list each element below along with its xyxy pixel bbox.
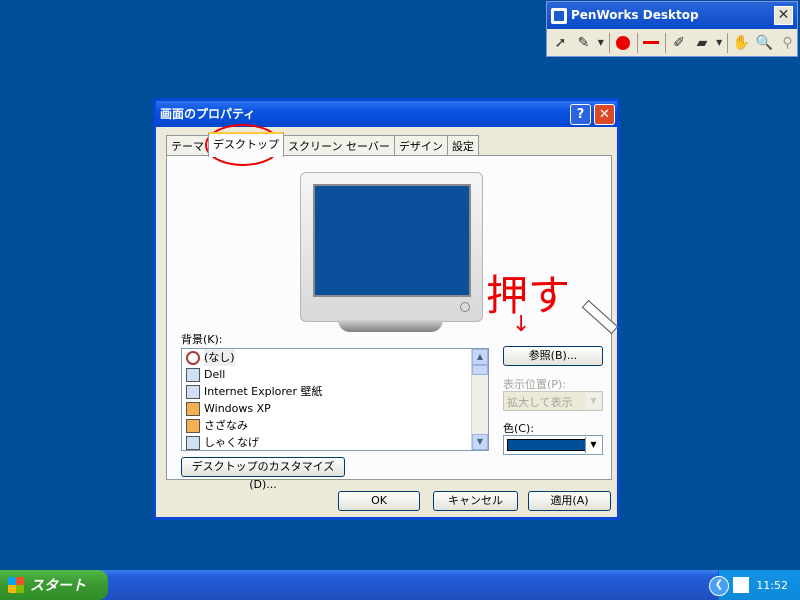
list-item[interactable]: Windows XP [182, 400, 488, 417]
highlighter-icon[interactable]: ✎ [574, 33, 593, 53]
windows-logo-icon [8, 577, 24, 593]
chevron-left-icon[interactable]: ❮ [709, 576, 729, 596]
chevron-down-icon[interactable]: ▼ [586, 393, 601, 409]
tab-strip: テーマ デスクトップ スクリーン セーバー デザイン 設定 [166, 132, 479, 157]
start-button[interactable]: スタート [0, 570, 108, 600]
taskbar: スタート ❮ 11:52 [0, 570, 800, 600]
tab-settings[interactable]: 設定 [446, 135, 479, 156]
tab-themes[interactable]: テーマ [166, 135, 209, 156]
none-icon [186, 350, 200, 365]
image-file-icon [186, 418, 200, 433]
clock: 11:52 [756, 578, 788, 592]
scroll-down-icon[interactable]: ▼ [472, 434, 488, 450]
preview-screen [313, 184, 471, 297]
customize-desktop-button[interactable]: デスクトップのカスタマイズ(D)... [181, 457, 345, 491]
ok-button[interactable]: OK [338, 491, 420, 511]
position-label: 表示位置(P): [503, 378, 566, 391]
start-label: スタート [30, 578, 86, 594]
dialog-titlebar[interactable]: 画面のプロパティ ? ✕ [156, 101, 617, 127]
color-label: 色(C): [503, 422, 534, 435]
penworks-titlebar[interactable]: PenWorks Desktop ✕ [547, 2, 797, 29]
annotation-arrow: ↓ [512, 312, 531, 337]
red-line-icon[interactable] [642, 33, 661, 53]
penworks-logo-icon [551, 7, 567, 24]
help-button[interactable]: ? [570, 104, 591, 125]
eraser-icon[interactable]: ▰ [692, 33, 711, 53]
pointer-icon[interactable]: ➚ [551, 33, 570, 53]
tab-desktop[interactable]: デスクトップ [208, 132, 284, 157]
background-list[interactable]: (なし) Dell Internet Explorer 壁紙 Windows X… [181, 348, 489, 451]
background-label: 背景(K): [181, 333, 223, 346]
scroll-thumb[interactable] [472, 365, 488, 375]
scroll-up-icon[interactable]: ▲ [472, 349, 488, 365]
list-item[interactable]: しゃくなげ [182, 434, 488, 450]
dialog-title: 画面のプロパティ [160, 107, 256, 121]
apply-button[interactable]: 適用(A) [528, 491, 611, 511]
close-button[interactable]: ✕ [594, 104, 615, 125]
monitor-stand [338, 320, 443, 332]
zoom-icon[interactable]: 🔍 [755, 33, 774, 53]
image-file-icon [186, 435, 200, 450]
magnifier-icon[interactable]: ⚲ [778, 33, 797, 53]
penworks-toolbar: PenWorks Desktop ✕ ➚ ✎ ▼ ✐ ▰ ▼ ✋ 🔍 ⚲ [546, 1, 798, 57]
system-tray: ❮ 11:52 [709, 570, 800, 600]
tab-appearance[interactable]: デザイン [393, 135, 448, 156]
chevron-down-icon[interactable]: ▼ [585, 437, 601, 453]
penworks-tray-icon[interactable] [733, 577, 749, 593]
position-select[interactable]: 拡大して表示 ▼ [503, 391, 603, 411]
close-icon[interactable]: ✕ [774, 6, 793, 25]
color-swatch [507, 439, 587, 451]
browse-button[interactable]: 参照(B)... [503, 346, 603, 366]
image-file-icon [186, 367, 200, 382]
position-value: 拡大して表示 [507, 396, 573, 409]
penworks-title: PenWorks Desktop [571, 8, 699, 22]
cancel-button[interactable]: キャンセル [433, 491, 518, 511]
list-scrollbar[interactable]: ▲ ▼ [471, 349, 488, 450]
dropdown-icon[interactable]: ▼ [597, 33, 605, 53]
monitor-power-icon [460, 302, 470, 312]
list-item[interactable]: (なし) [182, 349, 488, 366]
tab-screensaver[interactable]: スクリーン セーバー [283, 135, 395, 156]
list-item[interactable]: Dell [182, 366, 488, 383]
dropdown-icon[interactable]: ▼ [715, 33, 723, 53]
image-file-icon [186, 384, 200, 399]
image-file-icon [186, 401, 200, 416]
list-item[interactable]: Internet Explorer 壁紙 [182, 383, 488, 400]
monitor-preview [300, 172, 483, 333]
red-dot-icon[interactable] [614, 33, 633, 53]
color-picker[interactable]: ▼ [503, 435, 603, 455]
hand-icon[interactable]: ✋ [732, 33, 751, 53]
pen-icon[interactable]: ✐ [669, 33, 688, 53]
list-item[interactable]: さざなみ [182, 417, 488, 434]
